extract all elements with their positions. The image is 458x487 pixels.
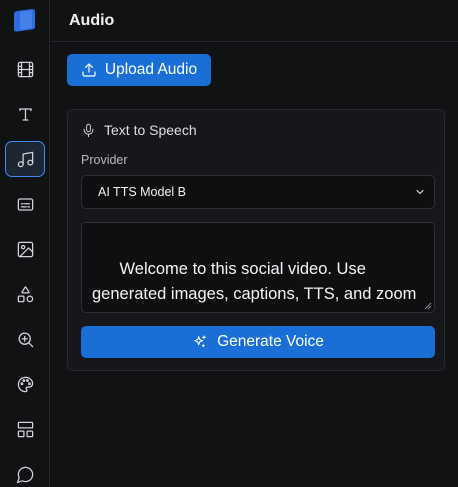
provider-select-value: AI TTS Model B — [98, 185, 186, 199]
film-icon — [17, 61, 33, 77]
sidebar-item-images[interactable] — [5, 231, 45, 267]
sidebar-item-colors[interactable] — [5, 366, 45, 402]
layout-icon — [17, 421, 33, 437]
provider-select[interactable]: AI TTS Model B — [81, 175, 435, 209]
sidebar-item-video[interactable] — [5, 51, 45, 87]
resize-handle-icon[interactable] — [424, 302, 432, 310]
audio-panel: Audio Upload Audio Text to Speech Provid… — [51, 0, 458, 487]
provider-label: Provider — [81, 153, 128, 167]
upload-audio-button[interactable]: Upload Audio — [67, 54, 211, 86]
music-icon — [17, 151, 33, 167]
tts-text-input[interactable]: Welcome to this social video. Use genera… — [81, 222, 435, 313]
tts-text-value: Welcome to this social video. Use genera… — [92, 260, 417, 312]
card-header: Text to Speech — [81, 122, 197, 138]
card-title: Text to Speech — [104, 122, 197, 138]
sidebar-item-text[interactable] — [5, 96, 45, 132]
sidebar-item-elements[interactable] — [5, 276, 45, 312]
sidebar-item-zoom[interactable] — [5, 321, 45, 357]
shapes-icon — [17, 285, 33, 302]
sidebar-item-chat[interactable] — [5, 456, 45, 487]
generate-voice-button[interactable]: Generate Voice — [81, 326, 435, 358]
text-to-speech-card: Text to Speech Provider AI TTS Model B W… — [67, 109, 445, 371]
upload-icon — [82, 63, 96, 77]
panel-header: Audio — [51, 0, 458, 42]
microphone-icon — [83, 123, 94, 137]
chat-icon — [16, 466, 33, 483]
generate-voice-label: Generate Voice — [217, 333, 324, 350]
text-icon — [18, 107, 32, 121]
app-logo-icon — [14, 9, 35, 32]
sidebar-item-audio[interactable] — [5, 141, 45, 177]
sparkles-icon — [194, 335, 206, 348]
image-icon — [17, 241, 33, 257]
chevron-down-icon — [416, 189, 424, 195]
sidebar — [0, 0, 50, 487]
palette-icon — [17, 376, 33, 392]
captions-icon — [17, 197, 33, 211]
sidebar-item-layout[interactable] — [5, 411, 45, 447]
zoom-icon — [18, 332, 33, 347]
panel-title: Audio — [69, 11, 115, 29]
sidebar-item-captions[interactable] — [5, 186, 45, 222]
upload-audio-label: Upload Audio — [104, 61, 198, 78]
